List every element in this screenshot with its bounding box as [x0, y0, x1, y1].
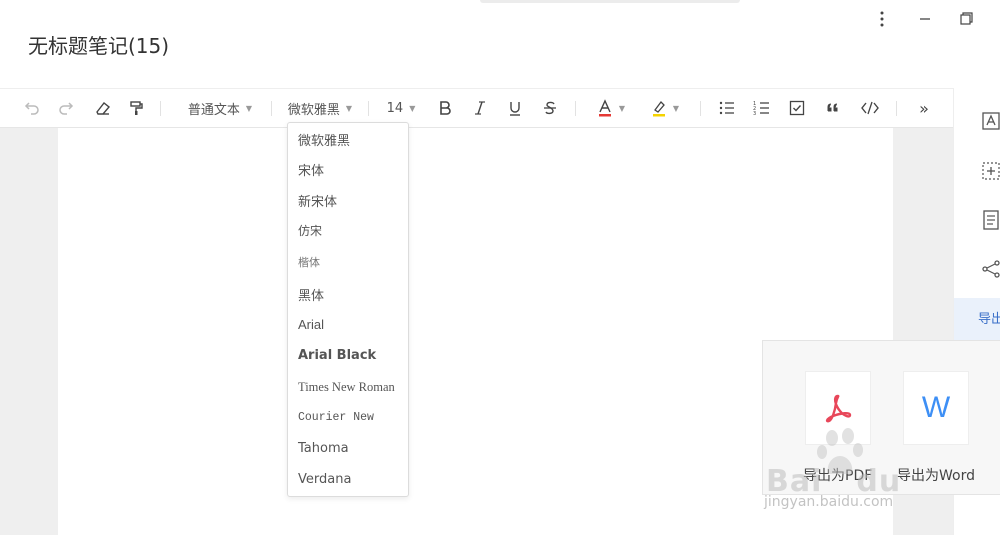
toolbar-divider: [700, 101, 701, 116]
font-option[interactable]: Courier New: [298, 411, 374, 431]
top-edge-shadow: [480, 0, 740, 3]
toolbar-divider: [271, 101, 272, 116]
editor-toolbar: 普通文本 ▼ 微软雅黑 ▼ 14 ▼ ▼ ▼ 123 »: [0, 88, 953, 128]
strikethrough-icon[interactable]: [539, 89, 561, 127]
code-icon[interactable]: [858, 89, 882, 127]
checkbox-list-icon[interactable]: [786, 89, 808, 127]
font-option[interactable]: 楷体: [298, 254, 320, 274]
export-pdf-button[interactable]: [805, 371, 871, 445]
quote-icon[interactable]: [822, 89, 844, 127]
bullet-list-icon[interactable]: [716, 89, 738, 127]
highlighter-icon: [652, 101, 665, 117]
font-option[interactable]: Tahoma: [298, 441, 349, 461]
underline-icon[interactable]: [504, 89, 526, 127]
font-family-menu: 微软雅黑 宋体 新宋体 仿宋 楷体 黑体 Arial Arial Black T…: [287, 122, 409, 497]
restore-icon[interactable]: [955, 8, 977, 30]
export-pdf-label: 导出为PDF: [803, 468, 873, 484]
undo-icon[interactable]: [20, 89, 42, 127]
paragraph-style-label: 普通文本: [187, 102, 240, 118]
paragraph-style-select[interactable]: 普通文本 ▼: [180, 89, 260, 127]
more-vertical-icon[interactable]: [871, 8, 893, 30]
bold-icon[interactable]: [434, 89, 456, 127]
insert-block-icon[interactable]: [980, 160, 1000, 182]
font-color-button[interactable]: ▼: [590, 89, 632, 127]
font-option[interactable]: Times New Roman: [298, 380, 395, 400]
toolbar-divider: [575, 101, 576, 116]
outline-icon[interactable]: [980, 209, 1000, 231]
chevron-down-icon: ▼: [409, 103, 416, 113]
redo-icon[interactable]: [56, 89, 78, 127]
chevron-down-icon: ▼: [245, 103, 253, 113]
font-option[interactable]: Arial Black: [298, 348, 376, 368]
format-painter-icon[interactable]: [125, 89, 147, 127]
title-bar: 无标题笔记(15): [0, 0, 1000, 88]
font-option[interactable]: 黑体: [298, 285, 324, 305]
text-box-icon[interactable]: [980, 110, 1000, 132]
chevron-down-icon: ▼: [618, 103, 626, 113]
word-icon: W: [921, 391, 951, 424]
font-size-label: 14: [386, 100, 404, 116]
export-word-button[interactable]: W: [903, 371, 969, 445]
numbered-list-icon[interactable]: 123: [751, 89, 773, 127]
chevron-down-icon: ▼: [672, 103, 680, 113]
font-option[interactable]: Verdana: [298, 472, 351, 492]
font-option[interactable]: Arial: [298, 317, 324, 337]
font-option[interactable]: 新宋体: [298, 191, 337, 211]
minimize-icon[interactable]: [914, 8, 936, 30]
chevron-down-icon: ▼: [345, 103, 353, 113]
font-family-label: 微软雅黑: [287, 102, 340, 118]
toolbar-divider: [160, 101, 161, 116]
toolbar-divider: [368, 101, 369, 116]
font-option[interactable]: 微软雅黑: [298, 130, 350, 150]
font-color-icon: [598, 99, 611, 117]
share-icon[interactable]: [980, 258, 1000, 280]
pdf-icon: [825, 394, 852, 423]
export-word-label: 导出为Word: [897, 468, 975, 484]
eraser-icon[interactable]: [92, 89, 114, 127]
highlight-color-button[interactable]: ▼: [644, 89, 686, 127]
document-title[interactable]: 无标题笔记(15): [28, 30, 169, 59]
svg-text:3: 3: [753, 111, 756, 117]
toolbar-divider: [896, 101, 897, 116]
font-option[interactable]: 宋体: [298, 160, 324, 180]
italic-icon[interactable]: [469, 89, 491, 127]
export-popup: W 导出为PDF 导出为Word: [762, 340, 1000, 495]
font-option[interactable]: 仿宋: [298, 222, 322, 242]
more-tools-button[interactable]: »: [912, 89, 936, 127]
export-sidebar-button[interactable]: 导出: [954, 298, 1000, 342]
